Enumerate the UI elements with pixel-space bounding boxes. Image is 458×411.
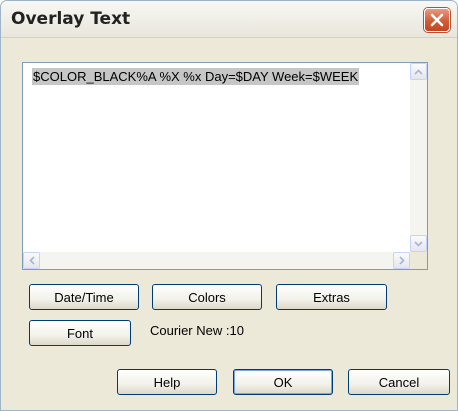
scrollbar-corner <box>410 252 427 269</box>
vertical-scrollbar[interactable] <box>410 63 427 252</box>
cancel-button[interactable]: Cancel <box>348 369 450 395</box>
extras-button[interactable]: Extras <box>276 284 387 310</box>
ok-button[interactable]: OK <box>233 369 333 395</box>
font-button[interactable]: Font <box>29 320 131 346</box>
date-time-button[interactable]: Date/Time <box>29 284 139 310</box>
title-bar[interactable]: Overlay Text <box>1 1 457 38</box>
overlay-text-dialog: Overlay Text $COLOR_BLACK%A %X %x Day=$D… <box>0 0 458 411</box>
colors-button[interactable]: Colors <box>152 284 262 310</box>
font-info-label: Courier New :10 <box>150 323 244 338</box>
close-button[interactable] <box>424 8 450 32</box>
overlay-text-content[interactable]: $COLOR_BLACK%A %X %x Day=$DAY Week=$WEEK <box>32 68 360 85</box>
chevron-down-icon <box>414 240 423 247</box>
dialog-title: Overlay Text <box>11 9 131 29</box>
help-button[interactable]: Help <box>117 369 217 395</box>
close-icon <box>430 13 444 27</box>
chevron-right-icon <box>398 256 405 265</box>
scroll-down-button[interactable] <box>410 235 427 252</box>
scroll-left-button[interactable] <box>23 252 40 269</box>
chevron-left-icon <box>28 256 35 265</box>
horizontal-scrollbar[interactable] <box>23 252 410 269</box>
chevron-up-icon <box>414 68 423 75</box>
overlay-text-editor[interactable]: $COLOR_BLACK%A %X %x Day=$DAY Week=$WEEK <box>22 62 428 270</box>
scroll-up-button[interactable] <box>410 63 427 80</box>
dialog-client-area: $COLOR_BLACK%A %X %x Day=$DAY Week=$WEEK <box>1 38 457 410</box>
scroll-right-button[interactable] <box>393 252 410 269</box>
